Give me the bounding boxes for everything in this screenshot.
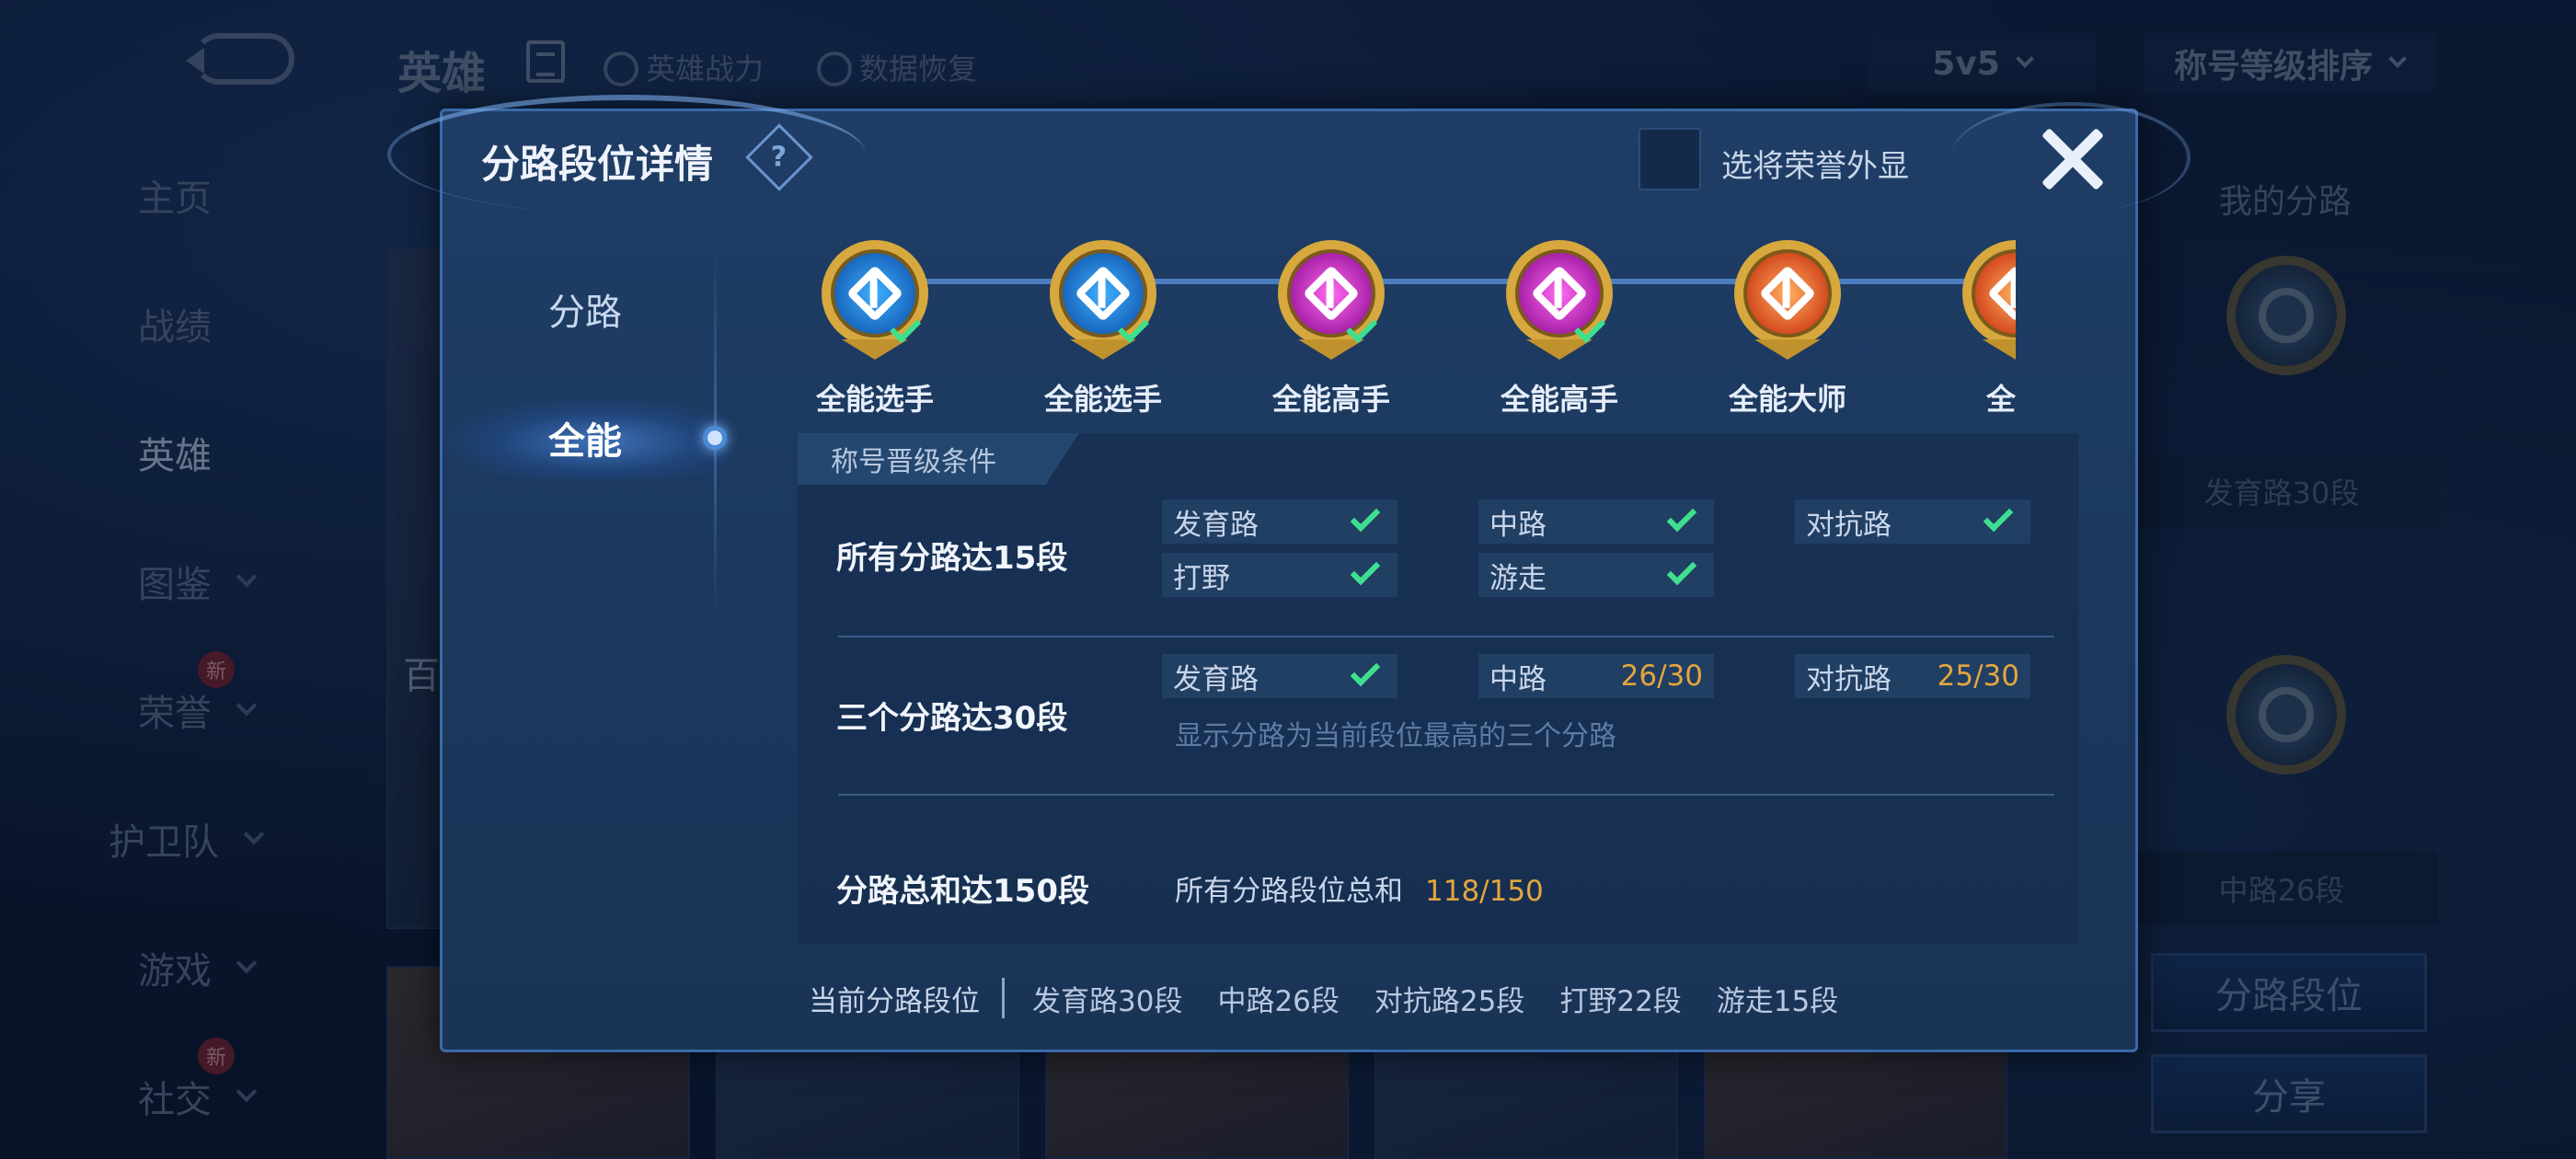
honor-display-label: 选将荣誉外显: [1721, 148, 1909, 185]
tab-all-round[interactable]: 全能: [443, 396, 728, 479]
check-icon: [1666, 555, 1697, 586]
divider: [1002, 978, 1005, 1018]
total-sum-value: 118/150: [1425, 875, 1544, 908]
title-emblem-track: 全能选手 全能选手 全能高手 全能高手 全能大师 全能: [801, 231, 2016, 433]
check-icon: [1350, 656, 1381, 687]
check-icon: [1350, 501, 1381, 533]
total-sum: 所有分路段位总和 118/150: [1175, 875, 1544, 908]
road-chip: 打野: [1162, 553, 1397, 597]
road-rank: 发育路30段: [1032, 984, 1183, 1018]
active-tab-indicator: [703, 426, 727, 450]
tab-road[interactable]: 分路: [443, 268, 728, 350]
check-icon: [1666, 501, 1697, 533]
close-icon[interactable]: [2038, 124, 2108, 194]
footer-lead: 当前分路段位: [809, 984, 980, 1018]
check-icon: [1983, 501, 2014, 533]
road-chip: 中路: [1478, 499, 1714, 544]
road-rank-detail-modal: 分路段位详情 ? 选将荣誉外显 分路 全能 全能选手 全能选手 全能高手 全能高…: [387, 95, 2191, 1052]
road-rank: 中路26段: [1217, 984, 1340, 1018]
modal-title: 分路段位详情: [481, 142, 714, 187]
condition-row: 所有分路达15段 发育路 中路 对抗路 打野 游走: [798, 488, 2078, 645]
emblem-name: 全能高手: [1500, 382, 1618, 417]
road-rank: 游走15段: [1716, 984, 1839, 1018]
promotion-conditions: 称号晋级条件 所有分路达15段 发育路 中路 对抗路 打野 游走 三个分路达30…: [798, 433, 2078, 945]
condition-label: 分路总和达150段: [836, 873, 1089, 910]
divider: [838, 794, 2054, 796]
orange-medal-icon: [1962, 240, 2016, 347]
road-chip: 发育路: [1162, 654, 1397, 698]
title-emblem[interactable]: 全能选手: [801, 231, 949, 424]
condition-label: 三个分路达30段: [836, 700, 1068, 737]
current-ranks-footer: 当前分路段位 发育路30段 中路26段 对抗路25段 打野22段 游走15段: [809, 970, 1873, 1026]
road-chip: 中路 26/30: [1478, 654, 1714, 698]
condition-note: 显示分路为当前段位最高的三个分路: [1175, 720, 1616, 752]
title-emblem[interactable]: 全能高手: [1258, 231, 1405, 424]
condition-row: 分路总和达150段 所有分路段位总和 118/150: [798, 803, 2078, 941]
road-rank: 对抗路25段: [1374, 984, 1525, 1018]
orange-medal-icon: [1734, 240, 1841, 347]
title-emblem[interactable]: 全能大师: [1714, 231, 1861, 424]
emblem-name: 全能选手: [815, 382, 934, 417]
road-chip: 对抗路: [1795, 499, 2030, 544]
emblem-name: 全能选手: [1043, 382, 1162, 417]
check-icon: [1350, 555, 1381, 586]
condition-row: 三个分路达30段 发育路 中路 26/30 对抗路 25/30 显示分路为当前段位最…: [798, 637, 2078, 803]
condition-label: 所有分路达15段: [836, 540, 1068, 577]
conditions-header: 称号晋级条件: [798, 433, 1079, 485]
road-chip: 发育路: [1162, 499, 1397, 544]
road-chip: 游走: [1478, 553, 1714, 597]
title-emblem[interactable]: 全能选手: [1029, 231, 1177, 424]
emblem-name: 全能: [1985, 382, 2016, 417]
title-emblem[interactable]: 全能高手: [1486, 231, 1633, 424]
honor-display-checkbox[interactable]: [1639, 128, 1701, 190]
road-rank: 打野22段: [1559, 984, 1682, 1018]
emblem-name: 全能高手: [1271, 382, 1390, 417]
road-chip: 对抗路 25/30: [1795, 654, 2030, 698]
emblem-name: 全能大师: [1728, 382, 1846, 417]
title-emblem[interactable]: 全能: [1942, 231, 2016, 424]
